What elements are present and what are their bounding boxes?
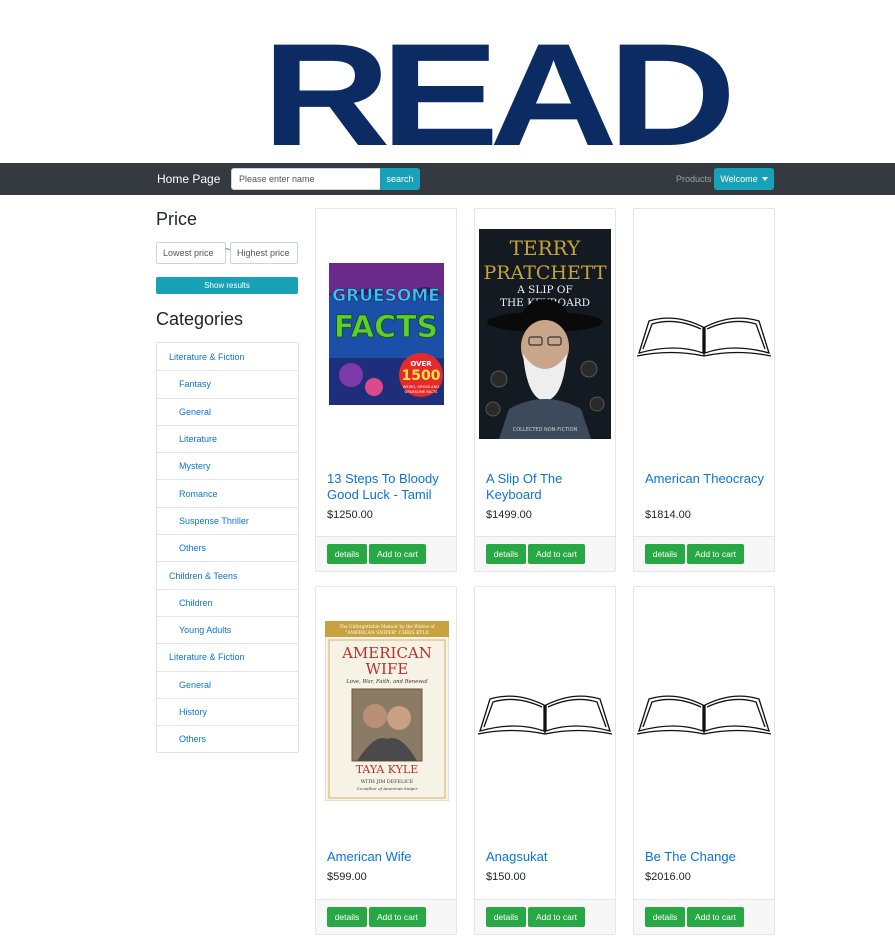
open-book-icon bbox=[477, 695, 613, 735]
categories-heading: Categories bbox=[156, 309, 244, 329]
welcome-label: Welcome bbox=[720, 174, 758, 184]
product-card: The Unforgettable Memoir by the Widow of… bbox=[315, 586, 457, 935]
open-book-icon bbox=[636, 695, 772, 735]
details-button[interactable]: details bbox=[645, 907, 685, 927]
svg-text:PRATCHETT: PRATCHETT bbox=[483, 262, 606, 284]
svg-text:TERRY: TERRY bbox=[510, 236, 581, 260]
svg-text:OVER: OVER bbox=[410, 360, 432, 368]
details-button[interactable]: details bbox=[327, 544, 367, 564]
category-subitem[interactable]: Others bbox=[157, 534, 298, 561]
svg-text:Co-author of American Sniper: Co-author of American Sniper bbox=[357, 786, 419, 791]
product-title-link[interactable]: American Wife bbox=[327, 849, 451, 865]
product-title-link[interactable]: 13 Steps To Bloody Good Luck - Tamil bbox=[327, 471, 451, 502]
svg-text:A SLIP OF: A SLIP OF bbox=[516, 284, 573, 296]
category-subitem[interactable]: Fantasy bbox=[157, 370, 298, 397]
product-image[interactable]: The Unforgettable Memoir by the Widow of… bbox=[324, 620, 450, 806]
price-heading: Price bbox=[156, 209, 198, 229]
add-to-cart-button[interactable]: Add to cart bbox=[369, 544, 426, 564]
product-image[interactable]: GRUESOME FACTS OVER 1500 WEIRD, GROSS AN… bbox=[329, 263, 444, 410]
category-list: Literature & Fiction Fantasy General Litera… bbox=[156, 342, 299, 754]
site-logo: READ bbox=[0, 0, 895, 168]
svg-text:The Unforgettable Memoir by th: The Unforgettable Memoir by the Widow of bbox=[339, 625, 435, 630]
product-price: $1499.00 bbox=[486, 509, 532, 521]
product-price: $1250.00 bbox=[327, 509, 373, 521]
svg-text:COLLECTED NON-FICTION: COLLECTED NON-FICTION bbox=[513, 427, 578, 433]
category-item[interactable]: Literature & Fiction bbox=[157, 343, 298, 370]
card-footer: details Add to cart bbox=[475, 899, 615, 934]
product-image[interactable] bbox=[476, 687, 614, 742]
product-title-link[interactable]: A Slip Of The Keyboard bbox=[486, 471, 610, 502]
product-image[interactable] bbox=[635, 309, 773, 364]
details-button[interactable]: details bbox=[327, 907, 367, 927]
add-to-cart-button[interactable]: Add to cart bbox=[528, 544, 585, 564]
search-input[interactable] bbox=[231, 168, 381, 190]
product-card: GRUESOME FACTS OVER 1500 WEIRD, GROSS AN… bbox=[315, 208, 457, 572]
svg-text:GRUESOME FACTS: GRUESOME FACTS bbox=[405, 390, 439, 394]
product-title-link[interactable]: American Theocracy bbox=[645, 471, 769, 487]
svg-text:Love, War, Faith, and Renewal: Love, War, Faith, and Renewal bbox=[345, 679, 428, 685]
details-button[interactable]: details bbox=[486, 907, 526, 927]
add-to-cart-button[interactable]: Add to cart bbox=[687, 544, 744, 564]
details-button[interactable]: details bbox=[645, 544, 685, 564]
product-title-link[interactable]: Be The Change bbox=[645, 849, 769, 865]
svg-text:WITH JIM DEFELICE: WITH JIM DEFELICE bbox=[361, 779, 414, 785]
product-price: $599.00 bbox=[327, 871, 367, 883]
category-subitem[interactable]: Children bbox=[157, 588, 298, 616]
category-subitem[interactable]: Suspense Thriller bbox=[157, 506, 298, 534]
category-subitem[interactable]: Young Adults bbox=[157, 615, 298, 643]
svg-text:TAYA KYLE: TAYA KYLE bbox=[356, 763, 419, 776]
category-item[interactable]: Children & Teens bbox=[157, 561, 298, 588]
category-subitem[interactable]: Literature bbox=[157, 424, 298, 452]
svg-text:FACTS: FACTS bbox=[334, 310, 438, 345]
product-title-link[interactable]: Anagsukat bbox=[486, 849, 610, 865]
category-subitem[interactable]: General bbox=[157, 397, 298, 425]
details-button[interactable]: details bbox=[486, 544, 526, 564]
card-footer: details Add to cart bbox=[634, 899, 774, 934]
category-subitem[interactable]: History bbox=[157, 697, 298, 725]
home-page-link[interactable]: Home Page bbox=[157, 172, 220, 186]
show-results-button[interactable]: Show results bbox=[156, 277, 298, 294]
product-image[interactable] bbox=[635, 687, 773, 742]
svg-text:GRUESOME: GRUESOME bbox=[332, 286, 440, 306]
category-subitem[interactable]: Romance bbox=[157, 479, 298, 506]
product-card: TERRY PRATCHETT A SLIP OF THE KEYBOARD C… bbox=[474, 208, 616, 572]
book-cover-american-wife: The Unforgettable Memoir by the Widow of… bbox=[324, 620, 450, 802]
add-to-cart-button[interactable]: Add to cart bbox=[687, 907, 744, 927]
book-cover-slip-of-keyboard: TERRY PRATCHETT A SLIP OF THE KEYBOARD C… bbox=[479, 229, 611, 439]
svg-text:WIFE: WIFE bbox=[366, 660, 409, 678]
card-footer: details Add to cart bbox=[316, 536, 456, 571]
navbar: Home Page search Products Welcome bbox=[0, 163, 895, 195]
open-book-icon bbox=[636, 317, 772, 357]
svg-text:WEIRD, GROSS AND: WEIRD, GROSS AND bbox=[403, 385, 439, 389]
add-to-cart-button[interactable]: Add to cart bbox=[528, 907, 585, 927]
product-price: $150.00 bbox=[486, 871, 526, 883]
add-to-cart-button[interactable]: Add to cart bbox=[369, 907, 426, 927]
products-link[interactable]: Products bbox=[676, 174, 712, 184]
category-item[interactable]: Literature & Fiction bbox=[157, 643, 298, 670]
card-footer: details Add to cart bbox=[475, 536, 615, 571]
caret-down-icon bbox=[761, 177, 768, 181]
search-button[interactable]: search bbox=[380, 168, 420, 190]
product-card: Anagsukat $150.00 details Add to cart bbox=[474, 586, 616, 935]
category-subitem[interactable]: Mystery bbox=[157, 452, 298, 479]
highest-price-input[interactable] bbox=[230, 242, 298, 264]
book-cover-gruesome-facts: GRUESOME FACTS OVER 1500 WEIRD, GROSS AN… bbox=[329, 263, 444, 405]
lowest-price-input[interactable] bbox=[156, 242, 226, 264]
card-footer: details Add to cart bbox=[634, 536, 774, 571]
product-image[interactable]: TERRY PRATCHETT A SLIP OF THE KEYBOARD C… bbox=[479, 229, 611, 444]
product-card: Be The Change $2016.00 details Add to cart bbox=[633, 586, 775, 935]
category-subitem[interactable]: General bbox=[157, 670, 298, 698]
welcome-dropdown-button[interactable]: Welcome bbox=[714, 168, 774, 190]
product-card: American Theocracy $1814.00 details Add to … bbox=[633, 208, 775, 572]
svg-text:"AMERICAN SNIPER" CHRIS KYLE: "AMERICAN SNIPER" CHRIS KYLE bbox=[345, 630, 429, 636]
category-subitem[interactable]: Others bbox=[157, 725, 298, 752]
product-price: $2016.00 bbox=[645, 871, 691, 883]
product-price: $1814.00 bbox=[645, 509, 691, 521]
card-footer: details Add to cart bbox=[316, 899, 456, 934]
svg-text:1500: 1500 bbox=[402, 368, 441, 384]
logo-text: READ bbox=[262, 12, 736, 177]
